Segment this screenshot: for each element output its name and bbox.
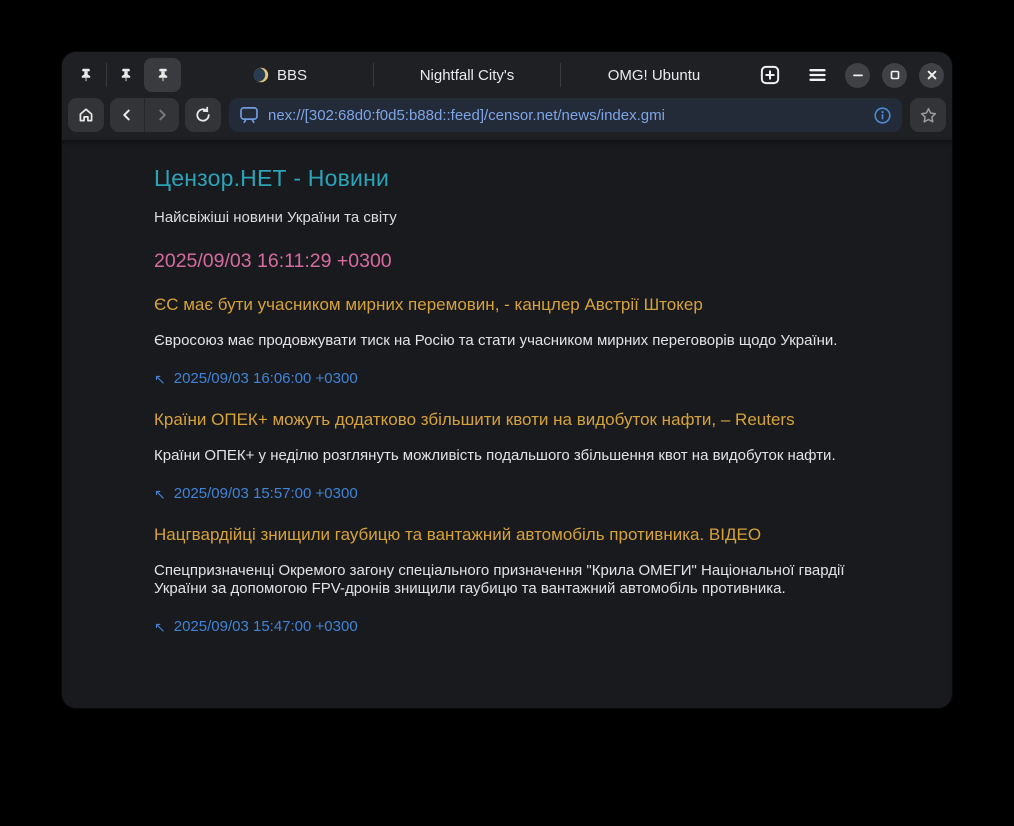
browser-window: BBS Nightfall City's OMG! Ubuntu (62, 52, 952, 708)
news-article: Країни ОПЕК+ можуть додатково збільшити … (154, 409, 860, 503)
forward-icon (154, 107, 170, 123)
news-article: Нацгвардійці знищили гаубицю та вантажни… (154, 524, 860, 637)
article-summary: Євросоюз має продовжувати тиск на Росію … (154, 332, 860, 351)
tab-nightfall-citys[interactable]: Nightfall City's (374, 52, 560, 98)
moon-favicon-icon (253, 67, 269, 83)
pushpin-icon (78, 68, 94, 82)
close-button[interactable] (919, 63, 944, 88)
page-subtitle: Найсвіжіші новини України та світу (154, 209, 860, 227)
history-buttons (110, 98, 179, 132)
article-timestamp-link[interactable]: ↖ 2025/09/03 16:06:00 +0300 (154, 370, 358, 388)
link-arrow-icon: ↖ (154, 487, 166, 501)
minimize-button[interactable] (845, 63, 870, 88)
article-headline: ЄС має бути учасником мирних перемовин, … (154, 294, 860, 315)
url-bar[interactable]: nex://[302:68d0:f0d5:b88d::feed]/censor.… (229, 98, 902, 132)
tab-bar: BBS Nightfall City's OMG! Ubuntu (62, 52, 952, 98)
pinned-tab-3-active[interactable] (144, 58, 181, 92)
nex-protocol-monitor-icon (239, 106, 259, 124)
maximize-icon (887, 67, 903, 83)
link-arrow-icon: ↖ (154, 620, 166, 634)
tab-separator (106, 63, 107, 87)
hamburger-icon (807, 65, 828, 85)
info-icon[interactable] (873, 106, 892, 125)
reload-icon (194, 106, 212, 124)
close-icon (924, 67, 940, 83)
article-timestamp: 2025/09/03 15:47:00 +0300 (174, 618, 358, 636)
page-title: Цензор.НЕТ - Новини (154, 164, 860, 192)
bookmark-button[interactable] (910, 98, 946, 132)
home-button[interactable] (68, 98, 104, 132)
url-text[interactable]: nex://[302:68d0:f0d5:b88d::feed]/censor.… (268, 107, 865, 124)
navigation-bar: nex://[302:68d0:f0d5:b88d::feed]/censor.… (62, 98, 952, 140)
page-content: Цензор.НЕТ - Новини Найсвіжіші новини Ук… (62, 140, 952, 708)
article-summary: Країни ОПЕК+ у неділю розглянуть можливі… (154, 447, 860, 466)
tab-omg-ubuntu[interactable]: OMG! Ubuntu (561, 52, 747, 98)
back-button[interactable] (110, 98, 144, 132)
forward-button[interactable] (145, 98, 179, 132)
article-timestamp: 2025/09/03 15:57:00 +0300 (174, 485, 358, 503)
article-timestamp: 2025/09/03 16:06:00 +0300 (174, 370, 358, 388)
pushpin-icon (155, 68, 171, 82)
pinned-tab-1[interactable] (68, 58, 105, 92)
page-updated-heading: 2025/09/03 16:11:29 +0300 (154, 249, 860, 273)
tab-bbs[interactable]: BBS (187, 52, 373, 98)
window-controls (845, 63, 944, 88)
tab-strip: BBS Nightfall City's OMG! Ubuntu (187, 52, 747, 98)
article-headline: Нацгвардійці знищили гаубицю та вантажни… (154, 524, 860, 545)
pushpin-icon (118, 68, 134, 82)
news-article: ЄС має бути учасником мирних перемовин, … (154, 294, 860, 388)
back-icon (119, 107, 135, 123)
tab-label: BBS (277, 67, 307, 84)
tab-label: OMG! Ubuntu (608, 67, 701, 84)
maximize-button[interactable] (882, 63, 907, 88)
tab-label: Nightfall City's (420, 67, 515, 84)
minimize-icon (850, 67, 866, 83)
reload-button[interactable] (185, 98, 221, 132)
new-tab-button[interactable] (757, 61, 784, 89)
menu-button[interactable] (804, 61, 831, 89)
article-timestamp-link[interactable]: ↖ 2025/09/03 15:57:00 +0300 (154, 485, 358, 503)
pinned-tab-2[interactable] (108, 58, 145, 92)
article-summary: Спецпризначенці Окремого загону спеціаль… (154, 562, 860, 600)
article-headline: Країни ОПЕК+ можуть додатково збільшити … (154, 409, 860, 430)
new-tab-icon (759, 64, 781, 86)
star-icon (919, 106, 938, 125)
article-timestamp-link[interactable]: ↖ 2025/09/03 15:47:00 +0300 (154, 618, 358, 636)
home-icon (77, 106, 95, 124)
link-arrow-icon: ↖ (154, 372, 166, 386)
